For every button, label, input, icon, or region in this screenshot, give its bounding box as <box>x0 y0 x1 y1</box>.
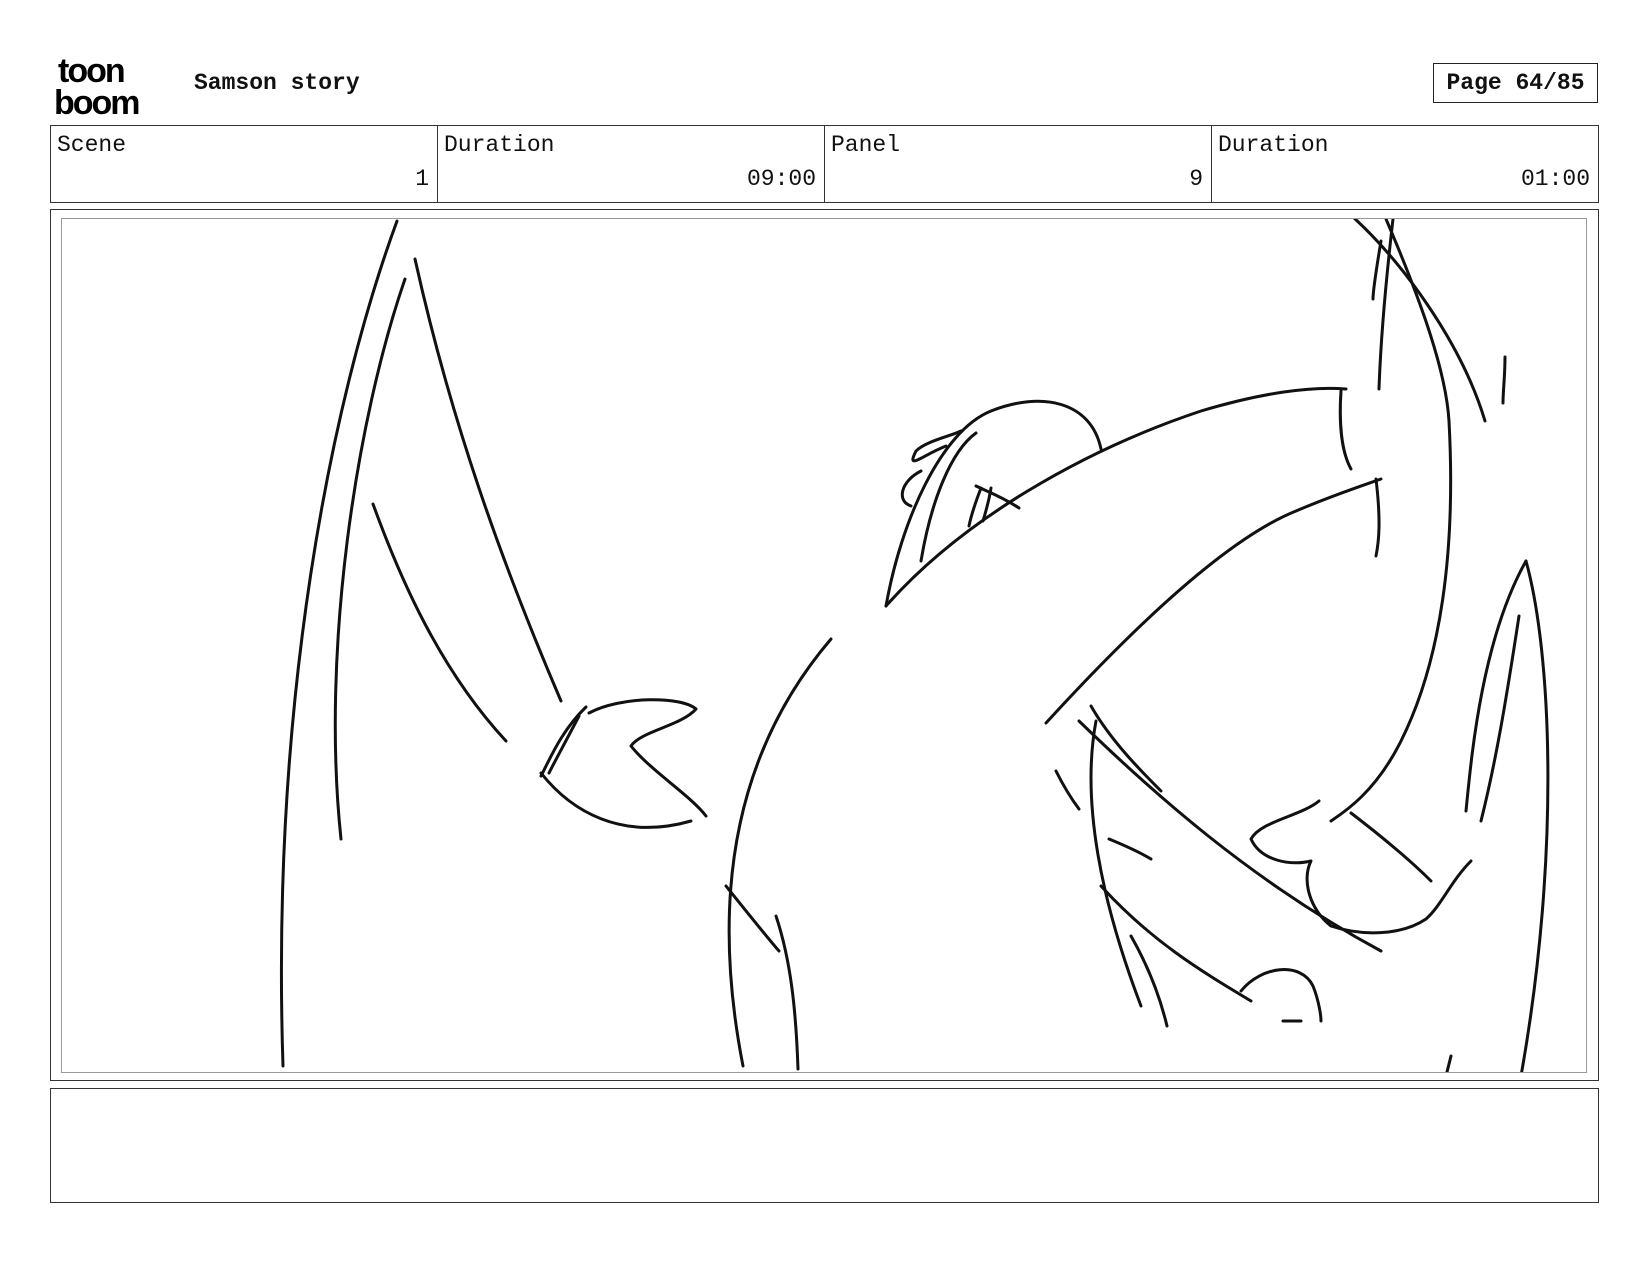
scene-label: Scene <box>57 132 127 158</box>
page-label: Page 64/85 <box>1446 70 1585 96</box>
panel-image-area <box>61 218 1587 1073</box>
scene-duration-label: Duration <box>444 132 555 158</box>
toon-boom-logo: toon boom <box>54 54 141 116</box>
scene-value: 1 <box>415 166 429 192</box>
scene-cell: Scene 1 <box>51 126 438 202</box>
panel-notes-box[interactable] <box>50 1088 1599 1203</box>
panel-value: 9 <box>1189 166 1203 192</box>
panel-duration-cell: Duration 01:00 <box>1212 126 1598 202</box>
scene-duration-value: 09:00 <box>746 166 816 192</box>
storyboard-sketch <box>279 219 1550 1072</box>
scene-info-row: Scene 1 Duration 09:00 Panel 9 Duration … <box>50 125 1599 203</box>
panel-duration-value: 01:00 <box>1520 166 1590 192</box>
project-title: Samson story <box>194 70 360 96</box>
scene-duration-cell: Duration 09:00 <box>438 126 825 202</box>
panel-label: Panel <box>831 132 901 158</box>
page-indicator: Page 64/85 <box>1433 63 1598 103</box>
logo-text-line2: boom <box>54 84 139 116</box>
panel-duration-label: Duration <box>1218 132 1329 158</box>
panel-cell: Panel 9 <box>825 126 1212 202</box>
